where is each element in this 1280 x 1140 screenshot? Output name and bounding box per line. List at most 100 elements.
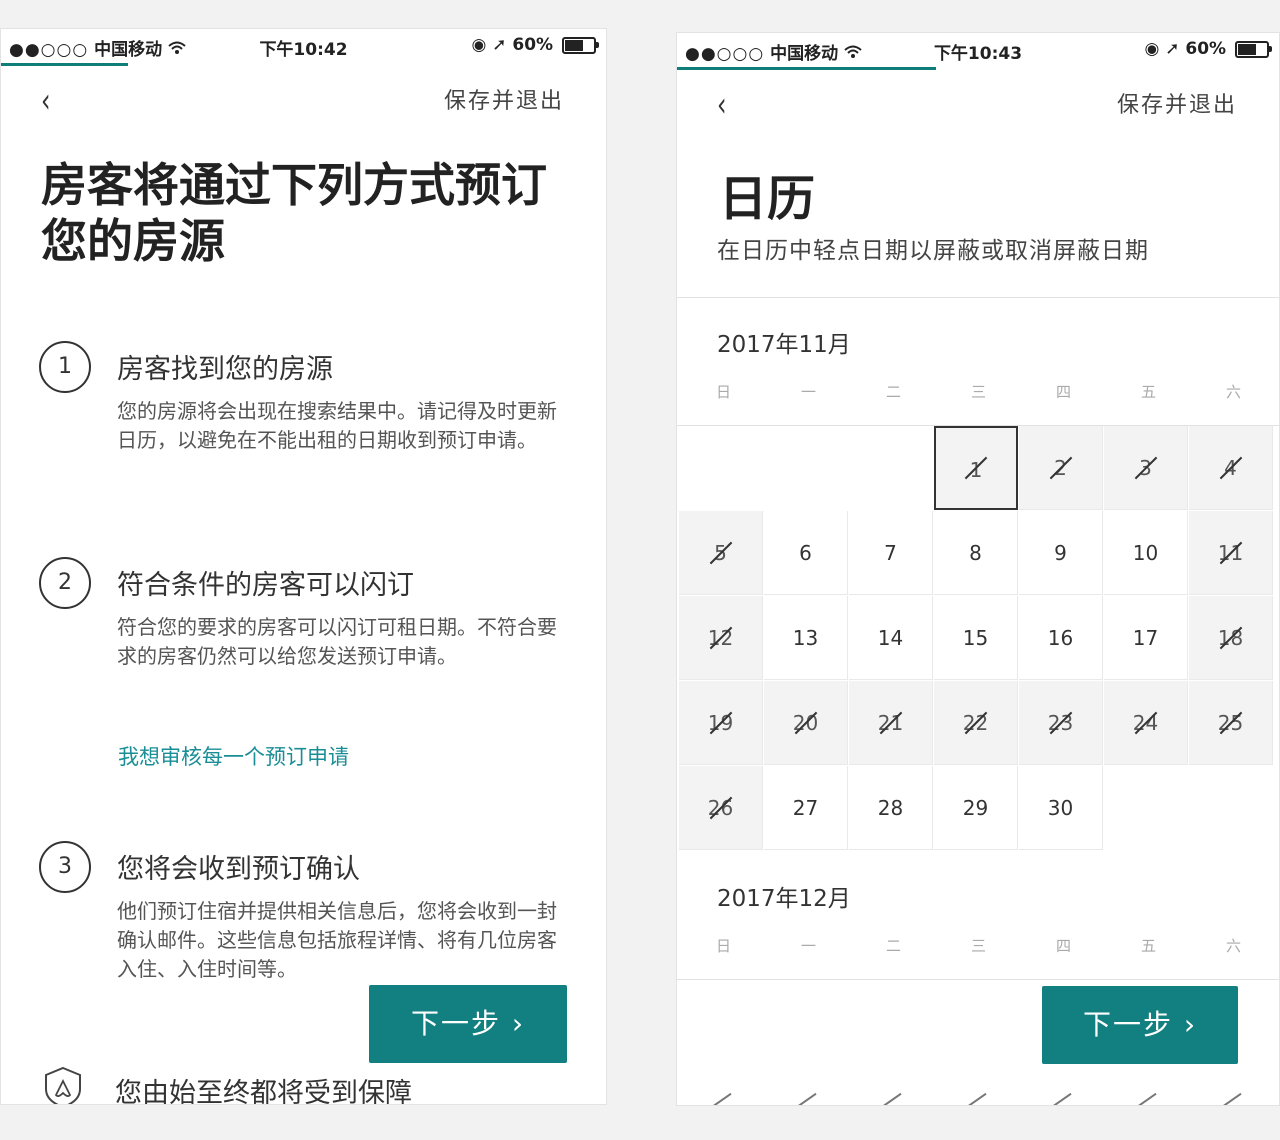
- battery-percent: 60%: [512, 35, 554, 55]
- calendar-day[interactable]: 27: [764, 766, 848, 850]
- progress-bar: [677, 67, 936, 70]
- calendar-day[interactable]: 7: [849, 511, 933, 595]
- calendar-day[interactable]: 18: [1189, 596, 1273, 680]
- left-screen: ●●○○○ 中国移动 下午10:42 ◉ ➚ 60% ‹ 保存并退出 房客将通过…: [0, 28, 607, 1105]
- weekday-label: 三: [970, 383, 986, 401]
- step-description: 他们预订住宿并提供相关信息后，您将会收到一封确认邮件。这些信息包括旅程详情、将有…: [117, 899, 557, 981]
- blocked-strike-mark: [1137, 1092, 1157, 1105]
- page-subtitle: 在日历中轻点日期以屏蔽或取消屏蔽日期: [717, 238, 1149, 264]
- calendar-day[interactable]: 2: [1019, 426, 1103, 510]
- day-number: 7: [884, 541, 897, 565]
- calendar-day[interactable]: 13: [764, 596, 848, 680]
- calendar-day[interactable]: 3: [1104, 426, 1188, 510]
- status-right: ◉ ➚ 60%: [1144, 39, 1272, 59]
- rotation-lock-icon: ◉: [1144, 39, 1160, 59]
- calendar-day[interactable]: 28: [849, 766, 933, 850]
- protection-heading: 您由始至终都将受到保障: [115, 1078, 412, 1105]
- battery-icon: [1235, 40, 1272, 58]
- weekday-label: 三: [970, 937, 986, 955]
- step-heading: 符合条件的房客可以闪订: [117, 570, 414, 601]
- calendar-day[interactable]: 16: [1019, 596, 1103, 680]
- save-exit-button[interactable]: 保存并退出: [444, 83, 564, 115]
- calendar-day[interactable]: 4: [1189, 426, 1273, 510]
- calendar-day[interactable]: 29: [934, 766, 1018, 850]
- calendar-day[interactable]: 15: [934, 596, 1018, 680]
- calendar-day[interactable]: 20: [764, 681, 848, 765]
- divider: [677, 297, 1279, 298]
- day-number: 15: [962, 626, 989, 650]
- day-number: 14: [877, 626, 904, 650]
- day-number: 27: [792, 796, 819, 820]
- right-screen: ●●○○○ 中国移动 下午10:43 ◉ ➚ 60% ‹ 保存并退出 日历 在日…: [676, 32, 1280, 1106]
- weekday-label: 五: [1140, 383, 1156, 401]
- day-number: 13: [792, 626, 819, 650]
- weekday-label: 二: [885, 383, 901, 401]
- day-number: 28: [877, 796, 904, 820]
- blocked-strike-mark: [712, 1092, 732, 1105]
- day-number: 29: [962, 796, 989, 820]
- weekday-label: 一: [800, 937, 816, 955]
- day-number: 6: [799, 541, 812, 565]
- day-number: 8: [969, 541, 982, 565]
- back-chevron-icon[interactable]: ‹: [717, 85, 727, 125]
- calendar-day[interactable]: 8: [934, 511, 1018, 595]
- weekday-label: 六: [1225, 937, 1241, 955]
- battery-icon: [562, 36, 599, 54]
- day-number: 9: [1054, 541, 1067, 565]
- calendar-day[interactable]: 25: [1189, 681, 1273, 765]
- day-number: 10: [1132, 541, 1159, 565]
- calendar-day[interactable]: 19: [679, 681, 763, 765]
- calendar-day[interactable]: 24: [1104, 681, 1188, 765]
- step-description: 您的房源将会出现在搜索结果中。请记得及时更新日历，以避免在不能出租的日期收到预订…: [117, 399, 557, 452]
- next-button[interactable]: 下一步 ›: [1042, 986, 1238, 1064]
- shield-icon: [45, 1066, 81, 1104]
- calendar-day[interactable]: 17: [1104, 596, 1188, 680]
- calendar-day[interactable]: 6: [764, 511, 848, 595]
- divider: [677, 979, 1279, 980]
- calendar-day[interactable]: 1: [934, 426, 1018, 510]
- calendar-day[interactable]: 11: [1189, 511, 1273, 595]
- step-number-icon: 3: [39, 841, 91, 893]
- blocked-strike-mark: [797, 1092, 817, 1105]
- weekday-label: 一: [800, 383, 816, 401]
- status-right: ◉ ➚ 60%: [471, 35, 599, 55]
- calendar-day[interactable]: 21: [849, 681, 933, 765]
- calendar-day[interactable]: 14: [849, 596, 933, 680]
- weekday-label: 日: [715, 937, 731, 955]
- day-number: 16: [1047, 626, 1074, 650]
- calendar-day[interactable]: 30: [1019, 766, 1103, 850]
- calendar-day[interactable]: 12: [679, 596, 763, 680]
- calendar-day[interactable]: 5: [679, 511, 763, 595]
- day-number: 17: [1132, 626, 1159, 650]
- back-chevron-icon[interactable]: ‹: [41, 81, 51, 121]
- location-icon: ➚: [492, 35, 507, 55]
- weekday-label: 日: [715, 383, 731, 401]
- progress-bar: [1, 63, 129, 66]
- page-title: 房客将通过下列方式预订您的房源: [41, 158, 547, 268]
- review-requests-link[interactable]: 我想审核每一个预订申请: [118, 741, 349, 771]
- calendar-day[interactable]: 9: [1019, 511, 1103, 595]
- blocked-strike-mark: [967, 1092, 987, 1105]
- weekday-label: 四: [1055, 383, 1071, 401]
- save-exit-button[interactable]: 保存并退出: [1117, 87, 1237, 119]
- month-label: 2017年12月: [717, 886, 851, 912]
- weekday-header: 日一二三四五六: [679, 381, 1276, 411]
- calendar-day[interactable]: 10: [1104, 511, 1188, 595]
- month-label: 2017年11月: [717, 332, 851, 358]
- calendar-day[interactable]: 22: [934, 681, 1018, 765]
- step-heading: 您将会收到预订确认: [117, 854, 360, 885]
- weekday-label: 四: [1055, 937, 1071, 955]
- weekday-label: 六: [1225, 383, 1241, 401]
- page-title: 日历: [719, 171, 816, 227]
- step-number-icon: 2: [39, 557, 91, 609]
- next-button[interactable]: 下一步 ›: [369, 985, 567, 1063]
- location-icon: ➚: [1165, 39, 1180, 59]
- calendar-day[interactable]: 26: [679, 766, 763, 850]
- weekday-label: 五: [1140, 937, 1156, 955]
- blocked-strike-mark: [1222, 1092, 1242, 1105]
- day-number: 30: [1047, 796, 1074, 820]
- blocked-strike-mark: [882, 1092, 902, 1105]
- calendar-day[interactable]: 23: [1019, 681, 1103, 765]
- battery-percent: 60%: [1185, 39, 1227, 59]
- blocked-strike-mark: [1052, 1092, 1072, 1105]
